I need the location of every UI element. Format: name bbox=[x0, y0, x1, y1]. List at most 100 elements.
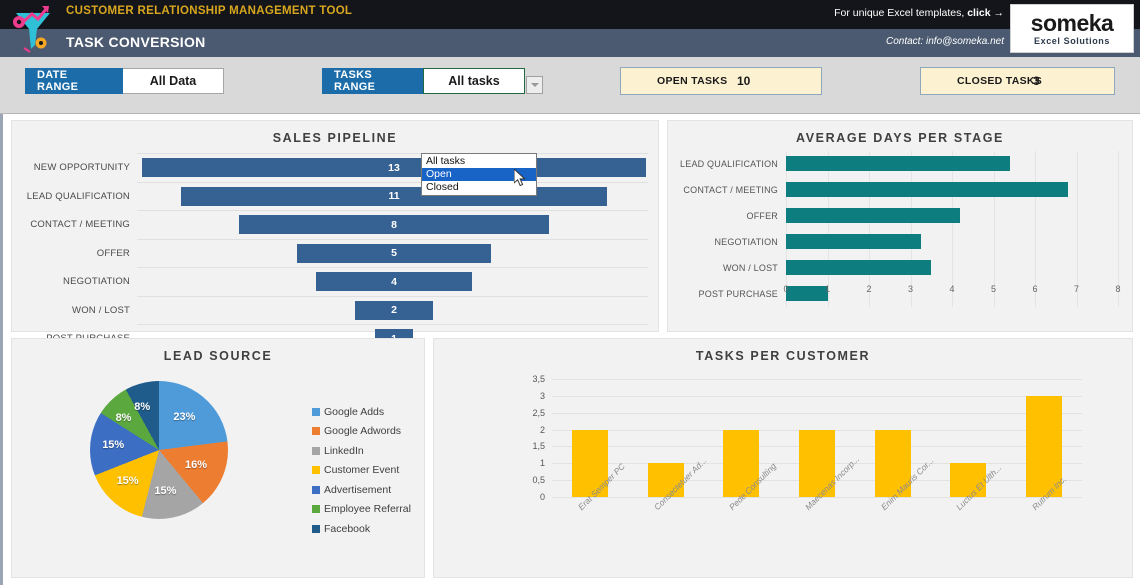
pie-slice-label: 8% bbox=[134, 401, 151, 414]
tasks-per-customer-y-tick: 0,5 bbox=[532, 475, 545, 486]
pie-slice-label: 8% bbox=[115, 411, 132, 424]
kpi-open-tasks-label: OPEN TASKS bbox=[657, 75, 728, 87]
contact-email: Contact: info@someka.net bbox=[886, 36, 1004, 47]
average-days-bar bbox=[786, 156, 1011, 171]
sales-pipeline-row: WON / LOST 2 bbox=[12, 295, 658, 325]
tagline-text: For unique Excel templates, bbox=[834, 7, 968, 19]
average-days-row: CONTACT / MEETING bbox=[668, 177, 1132, 203]
average-days-x-tick: 3 bbox=[907, 284, 914, 294]
tasks-per-customer-plot: 0 0,5 1 1,5 2 2,5 3 3,5 Erat Semper PC Consectetu… bbox=[532, 374, 1082, 512]
tasks-range-value[interactable]: All tasks bbox=[423, 68, 525, 94]
chevron-down-icon[interactable] bbox=[526, 76, 543, 94]
legend-swatch bbox=[312, 466, 320, 475]
kpi-closed-tasks-label: CLOSED TASKS bbox=[957, 75, 1043, 87]
someka-subtitle: Excel Solutions bbox=[1033, 35, 1111, 46]
filter-toolbar: DATE RANGE All Data TASKS RANGE All task… bbox=[0, 57, 1140, 196]
sales-pipeline-category: WON / LOST bbox=[72, 304, 130, 316]
legend-label: Google Adds bbox=[324, 405, 385, 418]
average-days-row: LEAD QUALIFICATION bbox=[668, 151, 1132, 177]
app-title: CUSTOMER RELATIONSHIP MANAGEMENT TOOL bbox=[66, 5, 353, 17]
someka-wordmark: someka bbox=[1030, 9, 1114, 36]
app-header: CUSTOMER RELATIONSHIP MANAGEMENT TOOL Fo… bbox=[0, 0, 1140, 57]
average-days-category: LEAD QUALIFICATION bbox=[680, 159, 778, 169]
average-days-x-tick: 1 bbox=[824, 284, 831, 294]
average-days-x-axis: 0 1 2 3 4 5 6 7 8 bbox=[783, 284, 1121, 300]
page-title: TASK CONVERSION bbox=[66, 34, 206, 50]
tasks-per-customer-y-tick: 2 bbox=[539, 424, 545, 435]
sales-pipeline-plot: NEW OPPORTUNITY 13 LEAD QUALIFICATION 11 CON… bbox=[12, 153, 658, 353]
legend-item: LinkedIn bbox=[312, 441, 411, 461]
average-days-row: NEGOTIATION bbox=[668, 229, 1132, 255]
sales-pipeline-title: SALES PIPELINE bbox=[272, 131, 398, 145]
legend-label: Customer Event bbox=[324, 464, 400, 477]
panel-average-days: AVERAGE DAYS PER STAGE LEAD QUALIFICATIO… bbox=[667, 120, 1133, 332]
average-days-x-tick: 6 bbox=[1032, 284, 1038, 294]
pie-slice-label: 16% bbox=[184, 458, 207, 471]
legend-swatch bbox=[312, 427, 320, 436]
tagline-cta[interactable]: click → bbox=[967, 7, 1004, 19]
sales-pipeline-bar: 5 bbox=[297, 243, 491, 263]
legend-swatch bbox=[312, 485, 320, 494]
average-days-row: OFFER bbox=[668, 203, 1132, 229]
sales-pipeline-row: NEW OPPORTUNITY 13 bbox=[12, 153, 658, 182]
kpi-open-tasks: OPEN TASKS 10 bbox=[620, 67, 822, 95]
tasks-per-customer-title: TASKS PER CUSTOMER bbox=[695, 349, 871, 363]
average-days-category: POST PURCHASE bbox=[698, 289, 778, 299]
lead-source-legend: Google Adds Google Adwords LinkedIn Custome… bbox=[312, 402, 411, 539]
average-days-x-tick: 7 bbox=[1073, 284, 1080, 294]
legend-label: Google Adwords bbox=[324, 425, 402, 438]
sales-pipeline-category: NEGOTIATION bbox=[63, 276, 130, 287]
legend-label: Employee Referral bbox=[324, 503, 411, 516]
legend-item: Google Adds bbox=[312, 402, 411, 422]
sales-pipeline-row: NEGOTIATION 4 bbox=[12, 267, 658, 296]
sales-pipeline-row: CONTACT / MEETING 8 bbox=[12, 210, 658, 239]
sales-pipeline-row: LEAD QUALIFICATION 11 bbox=[12, 181, 658, 211]
kpi-closed-tasks-value: 3 bbox=[1032, 74, 1040, 88]
tasks-per-customer-y-tick: 1,5 bbox=[532, 441, 545, 452]
panel-sales-pipeline: SALES PIPELINE NEW OPPORTUNITY 13 LEAD QUA… bbox=[11, 120, 659, 348]
average-days-x-tick: 5 bbox=[990, 284, 997, 294]
sales-pipeline-category: NEW OPPORTUNITY bbox=[33, 162, 130, 173]
average-days-row: WON / LOST bbox=[668, 255, 1132, 281]
average-days-category: OFFER bbox=[746, 211, 778, 221]
sales-pipeline-category: CONTACT / MEETING bbox=[30, 219, 130, 230]
someka-logo[interactable]: someka Excel Solutions bbox=[1010, 4, 1134, 53]
tasks-per-customer-y-tick: 0 bbox=[539, 492, 545, 502]
legend-swatch bbox=[312, 524, 320, 533]
sales-pipeline-row: OFFER 5 bbox=[12, 238, 658, 268]
pie-slice-label: 15% bbox=[102, 438, 125, 451]
average-days-x-tick: 2 bbox=[866, 284, 872, 294]
legend-item: Google Adwords bbox=[312, 422, 411, 442]
average-days-category: WON / LOST bbox=[722, 263, 778, 273]
sales-pipeline-bar: 2 bbox=[355, 300, 433, 320]
date-range-filter: DATE RANGE All Data bbox=[25, 68, 224, 94]
average-days-category: CONTACT / MEETING bbox=[683, 185, 778, 195]
sales-pipeline-bar: 11 bbox=[180, 186, 608, 206]
sales-pipeline-category: LEAD QUALIFICATION bbox=[26, 190, 130, 202]
average-days-bar bbox=[786, 208, 961, 223]
tasks-per-customer-y-tick: 1 bbox=[539, 458, 545, 469]
lead-source-title: LEAD SOURCE bbox=[163, 349, 273, 363]
average-days-bar bbox=[786, 260, 932, 275]
legend-item: Facebook bbox=[312, 519, 411, 539]
sales-pipeline-category: OFFER bbox=[96, 247, 130, 259]
average-days-bar bbox=[786, 182, 1069, 197]
average-days-title: AVERAGE DAYS PER STAGE bbox=[796, 131, 1004, 145]
legend-item: Customer Event bbox=[312, 461, 411, 481]
average-days-bar bbox=[786, 234, 921, 249]
header-top-bar: CUSTOMER RELATIONSHIP MANAGEMENT TOOL Fo… bbox=[0, 0, 1140, 29]
legend-swatch bbox=[312, 407, 320, 416]
dropdown-option-all-tasks[interactable]: All tasks bbox=[422, 155, 536, 168]
tasks-per-customer-gridline: 2,5 bbox=[532, 408, 1082, 418]
pie-slice-label: 23% bbox=[173, 410, 196, 423]
date-range-label: DATE RANGE bbox=[25, 68, 123, 94]
average-days-x-tick: 8 bbox=[1115, 284, 1121, 294]
header-sub-bar: TASK CONVERSION Contact: info@someka.net bbox=[0, 29, 1140, 57]
kpi-open-tasks-value: 10 bbox=[737, 74, 751, 88]
sales-pipeline-bar: 4 bbox=[316, 272, 472, 291]
legend-item: Employee Referral bbox=[312, 500, 411, 520]
kpi-closed-tasks: CLOSED TASKS 3 bbox=[920, 67, 1115, 95]
dashboard-board: SALES PIPELINE NEW OPPORTUNITY 13 LEAD QUA… bbox=[0, 114, 1140, 585]
date-range-value[interactable]: All Data bbox=[123, 68, 224, 94]
tasks-range-filter: TASKS RANGE All tasks bbox=[322, 68, 525, 94]
